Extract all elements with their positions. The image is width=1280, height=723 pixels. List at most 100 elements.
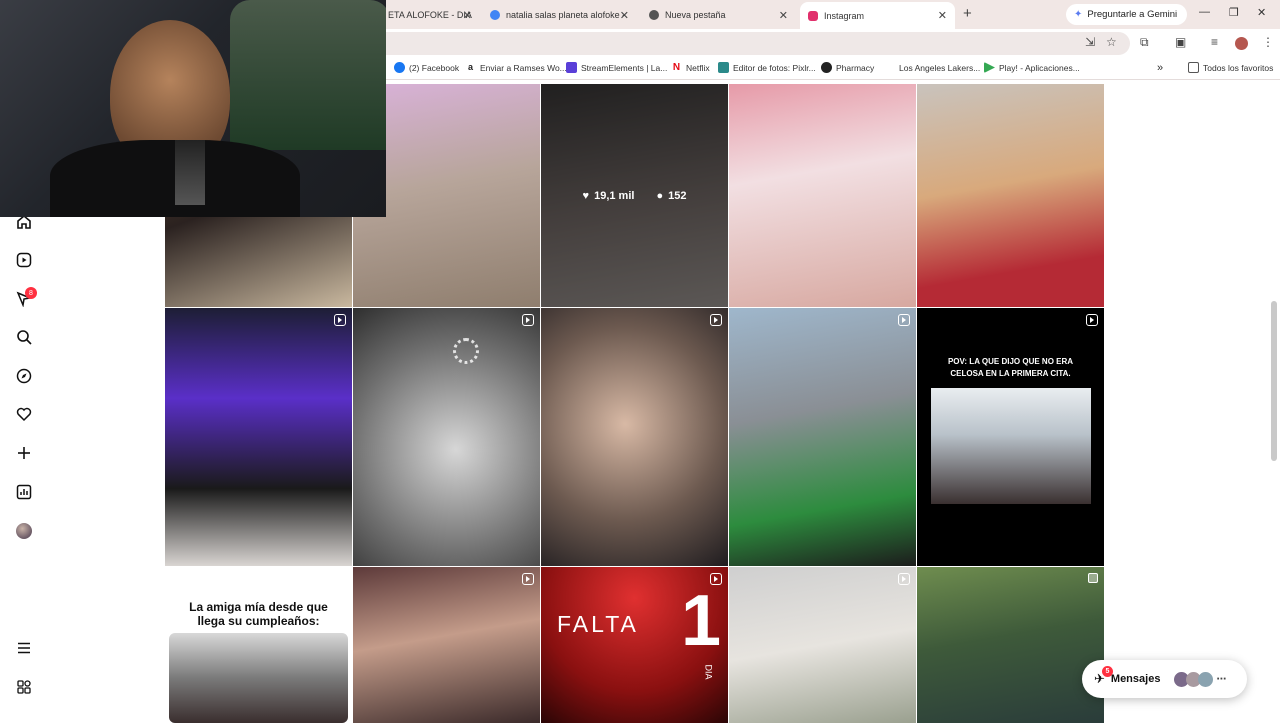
microphone-icon (175, 140, 205, 205)
address-bar[interactable] (360, 32, 1130, 55)
insights-icon[interactable] (14, 482, 34, 502)
close-icon[interactable]: ✕ (620, 9, 629, 22)
facebook-icon (394, 62, 405, 73)
post-hover-overlay: ♥ 19,1 mil ● 152 (541, 84, 728, 307)
loading-spinner-icon (453, 338, 479, 364)
avatar (1198, 671, 1214, 687)
post-tile[interactable] (353, 567, 540, 723)
tab-alofoke[interactable]: ETA ALOFOKE - DIA ✕ (380, 4, 480, 26)
threads-icon[interactable] (14, 677, 34, 697)
cast-icon[interactable]: ▣ (1175, 35, 1186, 49)
tab-title: Nueva pestaña (665, 10, 726, 20)
heart-icon[interactable] (14, 404, 34, 424)
install-icon[interactable]: ⇲ (1085, 35, 1095, 49)
pixlr-icon (718, 62, 729, 73)
heart-filled-icon: ♥ (582, 189, 590, 202)
explore-icon[interactable] (14, 366, 34, 386)
bookmark-label: Play! - Aplicaciones... (999, 62, 1080, 73)
bookmark-play[interactable]: Play! - Aplicaciones... (984, 62, 1080, 73)
bookmark-pixlr[interactable]: Editor de fotos: Pixlr... (718, 62, 816, 73)
post-tile[interactable] (729, 84, 916, 307)
restore-icon[interactable]: ❐ (1229, 6, 1239, 19)
bookmark-label: Netflix (686, 62, 710, 73)
bookmark-label: (2) Facebook (409, 62, 460, 73)
post-tile[interactable] (541, 308, 728, 566)
media-icon[interactable]: ≡ (1211, 35, 1218, 49)
close-icon[interactable]: ✕ (463, 9, 472, 22)
comments-count: 152 (668, 189, 687, 202)
close-window-icon[interactable]: ✕ (1257, 6, 1266, 19)
post-tile[interactable] (165, 308, 352, 566)
bookmark-streamelements[interactable]: StreamElements | La... (566, 62, 667, 73)
tab-title: natalia salas planeta alofoke - (506, 10, 626, 20)
reel-icon (898, 314, 910, 326)
kebab-menu-icon[interactable]: ⋮ (1262, 35, 1274, 49)
post-tile[interactable] (917, 567, 1104, 723)
tab-title: ETA ALOFOKE - DIA (388, 10, 472, 20)
chevron-right-icon[interactable]: » (1157, 62, 1163, 74)
plus-icon[interactable]: + (963, 5, 972, 22)
reel-icon (710, 314, 722, 326)
bookmark-star-icon[interactable]: ☆ (1106, 35, 1117, 49)
gemini-icon: ✦ (1074, 9, 1083, 20)
profile-avatar[interactable] (14, 521, 34, 541)
post-tile[interactable] (729, 567, 916, 723)
messages-badge: 5 (1102, 666, 1113, 677)
netflix-icon: N (671, 62, 682, 73)
bookmark-pharmacy[interactable]: Pharmacy (821, 62, 874, 73)
likes-stat: ♥ 19,1 mil (583, 190, 635, 202)
amazon-icon: a (465, 62, 476, 73)
reel-icon (522, 573, 534, 585)
menu-icon[interactable] (14, 638, 34, 658)
all-bookmarks[interactable]: Todos los favoritos (1188, 62, 1273, 73)
tab-instagram[interactable]: Instagram ✕ (800, 2, 955, 29)
reels-icon[interactable] (14, 250, 34, 270)
messages-button[interactable]: ✈ 5 Mensajes ⋯ (1082, 660, 1247, 698)
carousel-icon (1088, 573, 1098, 583)
gemini-button[interactable]: ✦ Preguntarle a Gemini (1066, 4, 1188, 25)
extensions-icon[interactable]: ⧉ (1140, 35, 1149, 50)
globe-icon (821, 62, 832, 73)
pov-caption: POV: LA QUE DIJO QUE NO ERA CELOSA EN LA… (947, 357, 1074, 378)
notification-badge: 8 (25, 287, 37, 299)
minimize-icon[interactable]: — (1199, 6, 1210, 18)
comment-icon: ● (656, 189, 664, 202)
reel-icon (898, 573, 910, 585)
bookmark-netflix[interactable]: N Netflix (671, 62, 710, 73)
post-tile[interactable] (729, 308, 916, 566)
falta-dia: DIA (703, 664, 714, 680)
post-image (931, 388, 1091, 504)
folder-icon (1188, 62, 1199, 73)
post-tile[interactable] (917, 84, 1104, 307)
search-icon[interactable] (14, 327, 34, 347)
tab-title: Instagram (824, 10, 865, 21)
bookmark-facebook[interactable]: (2) Facebook (394, 62, 459, 73)
post-tile[interactable]: La amiga mía desde que llega su cumpleañ… (165, 567, 352, 723)
google-icon (490, 10, 500, 20)
falta-number: 1 (681, 581, 722, 661)
messages-label: Mensajes (1110, 673, 1161, 685)
bookmark-label: StreamElements | La... (581, 62, 668, 73)
reel-icon (522, 314, 534, 326)
close-icon[interactable]: ✕ (779, 9, 788, 22)
bookmark-amazon[interactable]: a Enviar a Ramses Wo... (465, 62, 567, 73)
tab-new-tab[interactable]: Nueva pestaña ✕ (641, 4, 796, 26)
bookmark-lakers[interactable]: Los Angeles Lakers... (884, 62, 980, 73)
chrome-icon (649, 10, 659, 20)
scrollbar[interactable] (1271, 301, 1277, 461)
gemini-label: Preguntarle a Gemini (1087, 9, 1178, 20)
close-icon[interactable]: ✕ (938, 9, 947, 22)
create-icon[interactable] (14, 443, 34, 463)
chair-background (230, 0, 386, 150)
post-tile[interactable]: POV: LA QUE DIJO QUE NO ERA CELOSA EN LA… (917, 308, 1104, 566)
streamelements-icon (566, 62, 577, 73)
profile-avatar[interactable] (1235, 37, 1248, 50)
falta-text: FALTA (557, 611, 639, 637)
lakers-icon (884, 62, 895, 73)
post-tile[interactable]: FALTA 1 DIA (541, 567, 728, 723)
tab-google-search[interactable]: natalia salas planeta alofoke - ✕ (482, 4, 637, 26)
post-tile[interactable] (353, 308, 540, 566)
post-tile-hovered[interactable]: ♥ 19,1 mil ● 152 (541, 84, 728, 307)
bookmark-label: Los Angeles Lakers... (899, 62, 981, 73)
reel-icon (334, 314, 346, 326)
